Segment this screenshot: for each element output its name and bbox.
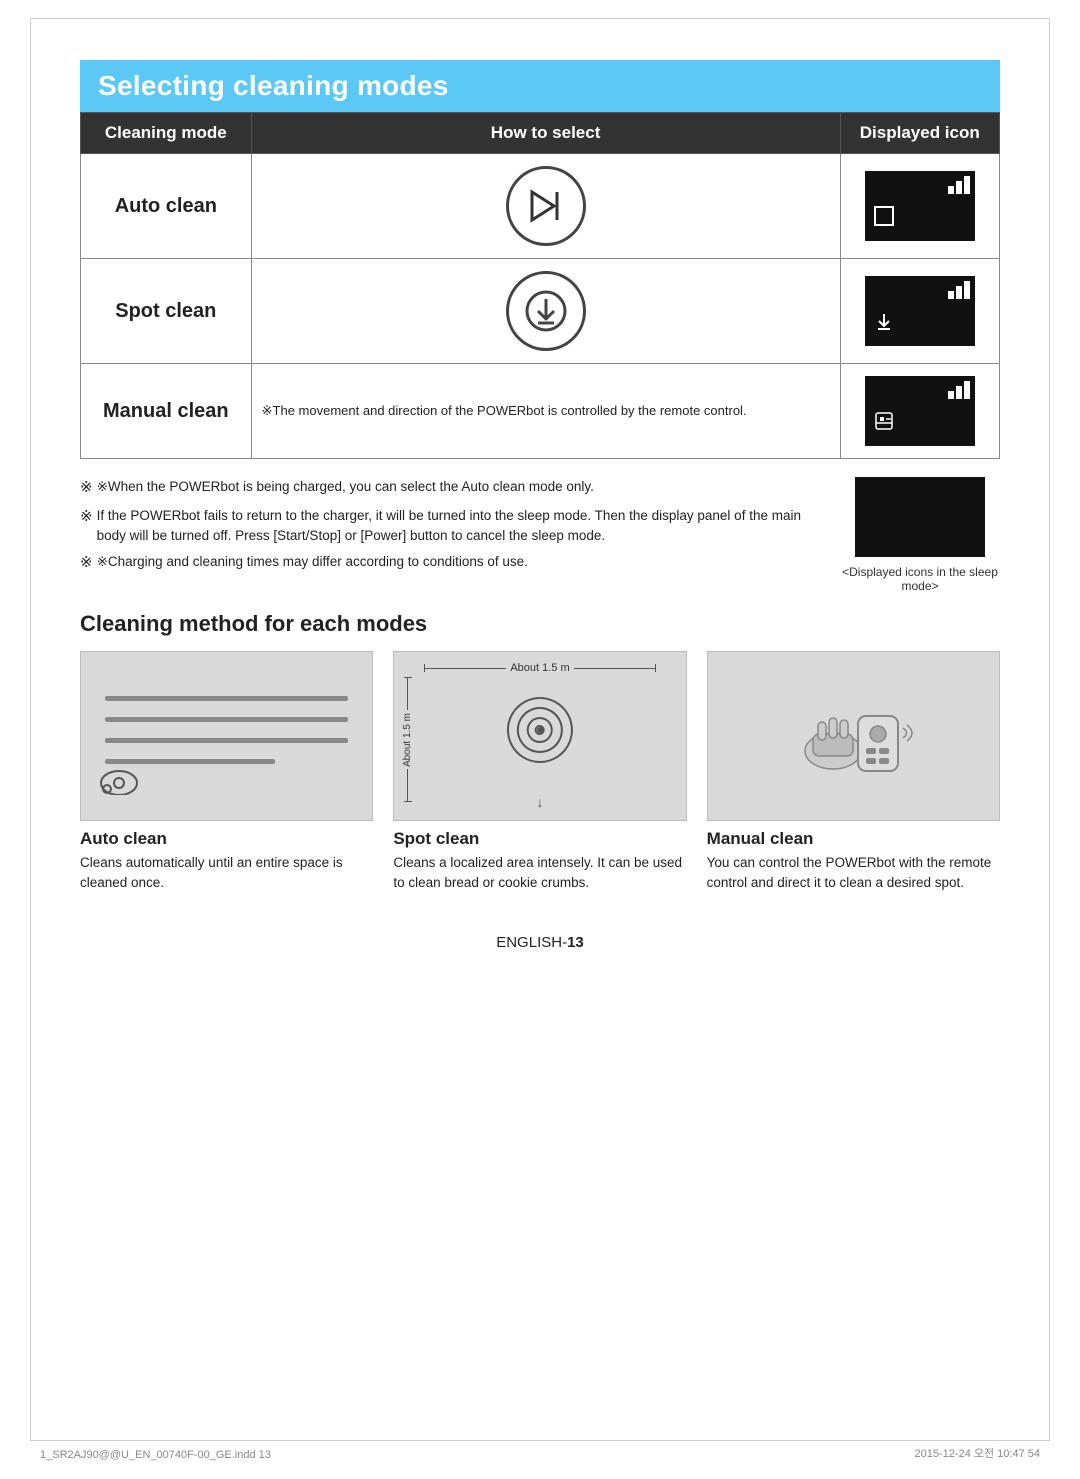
footer-date: 2015-12-24 오전 10:47 54: [915, 1445, 1040, 1461]
method-item-spot: About 1.5 m About 1.5 m: [393, 651, 686, 894]
method-item-manual: Manual clean You can control the POWERbo…: [707, 651, 1000, 894]
section-title: Selecting cleaning modes: [80, 60, 1000, 112]
method-desc-manual: You can control the POWERbot with the re…: [707, 853, 1000, 894]
mode-name-auto: Auto clean: [91, 195, 241, 218]
note-text-1: ※When the POWERbot is being charged, you…: [97, 477, 594, 497]
signal-bars-spot: [948, 281, 970, 299]
table-row: Auto clean: [81, 154, 1000, 259]
table-row: Spot clean: [81, 259, 1000, 364]
note-text-3: ※Charging and cleaning times may differ …: [97, 552, 528, 572]
display-icon-spot: [865, 276, 975, 346]
table-row: Manual clean ※The movement and direction…: [81, 364, 1000, 459]
mode-cell-auto: Auto clean: [81, 154, 252, 259]
method-image-auto: [80, 651, 373, 821]
mode-cell-spot: Spot clean: [81, 259, 252, 364]
page-border-bottom: [30, 1440, 1050, 1441]
auto-robot-icon: [99, 763, 139, 802]
spot-measure-h: About 1.5 m: [506, 662, 573, 674]
how-cell-spot: [251, 259, 840, 364]
method-label-auto: Auto clean: [80, 829, 373, 849]
note-marker-2: ※: [80, 506, 93, 529]
note-marker-3: ※: [80, 552, 93, 575]
footer-page-number: ENGLISH-13: [80, 934, 1000, 951]
method-label-spot: Spot clean: [393, 829, 686, 849]
page-border-right: [1049, 18, 1050, 1441]
method-section-title: Cleaning method for each modes: [80, 611, 1000, 637]
signal-bars-manual: [948, 381, 970, 399]
spot-diagram: About 1.5 m About 1.5 m: [394, 652, 685, 820]
sleep-caption: <Displayed icons in the sleep mode>: [840, 565, 1000, 593]
display-icon-auto: [865, 171, 975, 241]
page-border-left: [30, 18, 31, 1441]
how-cell-auto: [251, 154, 840, 259]
manual-inner-icon: [873, 410, 895, 438]
method-desc-auto: Cleans automatically until an entire spa…: [80, 853, 373, 894]
display-icon-cell-auto: [840, 154, 999, 259]
cleaning-modes-table: Cleaning mode How to select Displayed ic…: [80, 112, 1000, 459]
note-2: ※ If the POWERbot fails to return to the…: [80, 506, 820, 547]
col-header-icon: Displayed icon: [840, 113, 999, 154]
display-icon-cell-manual: [840, 364, 999, 459]
how-note-manual: ※The movement and direction of the POWER…: [262, 401, 830, 421]
note-text-2: If the POWERbot fails to return to the c…: [97, 506, 820, 547]
sleep-mode-display: [855, 477, 985, 557]
mode-cell-manual: Manual clean: [81, 364, 252, 459]
notes-left: ※ ※When the POWERbot is being charged, y…: [80, 477, 820, 593]
spot-inner-icon: [873, 310, 895, 338]
auto-inner-icon: [873, 205, 895, 233]
signal-bars-auto: [948, 176, 970, 194]
spot-arrow-down: ↓: [536, 794, 543, 810]
method-desc-spot: Cleans a localized area intensely. It ca…: [393, 853, 686, 894]
note-3: ※ ※Charging and cleaning times may diffe…: [80, 552, 820, 575]
spot-spiral-icon: [495, 685, 585, 787]
mode-name-spot: Spot clean: [91, 300, 241, 323]
method-label-manual: Manual clean: [707, 829, 1000, 849]
spot-clean-button-icon: [506, 271, 586, 351]
auto-clean-button-icon: [506, 166, 586, 246]
footer-label: ENGLISH-: [496, 934, 567, 951]
notes-section: ※ ※When the POWERbot is being charged, y…: [80, 477, 1000, 593]
display-icon-cell-spot: [840, 259, 999, 364]
footer-number: 13: [567, 934, 584, 951]
manual-diagram: [708, 652, 999, 820]
footer-filename: 1_SR2AJ90@@U_EN_00740F-00_GE.indd 13: [40, 1449, 271, 1461]
mode-name-manual: Manual clean: [91, 400, 241, 423]
col-header-how: How to select: [251, 113, 840, 154]
page-border-top: [30, 18, 1050, 19]
note-marker-1: ※: [80, 477, 93, 500]
note-1: ※ ※When the POWERbot is being charged, y…: [80, 477, 820, 500]
method-image-spot: About 1.5 m About 1.5 m: [393, 651, 686, 821]
how-cell-manual: ※The movement and direction of the POWER…: [251, 364, 840, 459]
display-icon-manual: [865, 376, 975, 446]
col-header-mode: Cleaning mode: [81, 113, 252, 154]
method-image-manual: [707, 651, 1000, 821]
spot-measure-v: About 1.5 m: [402, 710, 413, 770]
method-item-auto: Auto clean Cleans automatically until an…: [80, 651, 373, 894]
method-grid: Auto clean Cleans automatically until an…: [80, 651, 1000, 894]
notes-right: <Displayed icons in the sleep mode>: [840, 477, 1000, 593]
